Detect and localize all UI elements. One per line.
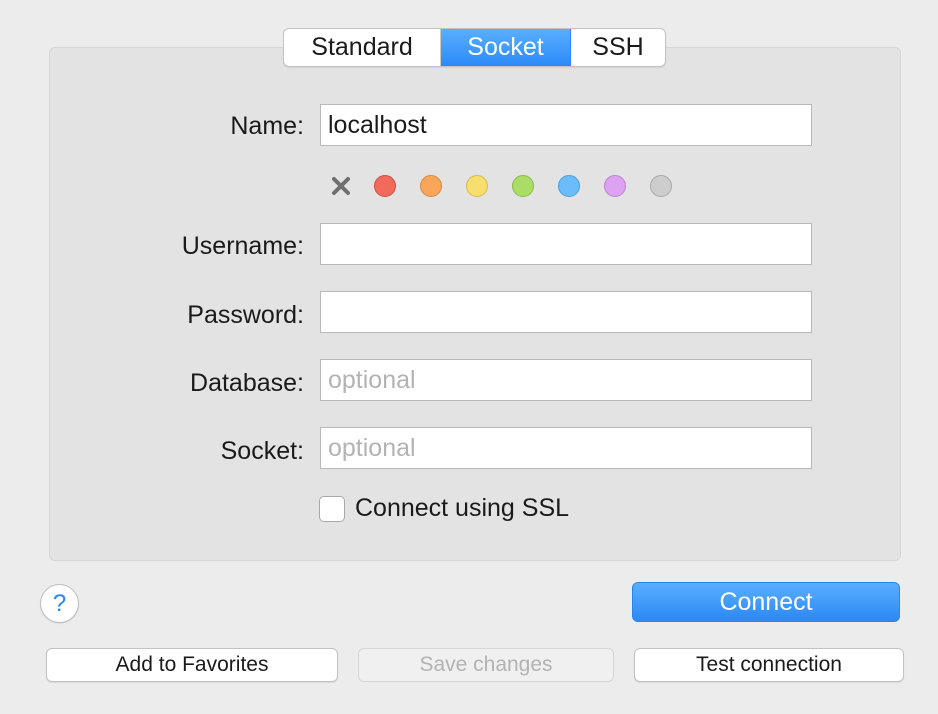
color-swatches	[328, 173, 696, 199]
name-field[interactable]	[320, 104, 812, 146]
color-swatch-blue[interactable]	[558, 175, 580, 197]
tab-ssh[interactable]: SSH	[571, 29, 665, 66]
color-swatch-gray[interactable]	[650, 175, 672, 197]
color-swatch-purple[interactable]	[604, 175, 626, 197]
tab-standard[interactable]: Standard	[284, 29, 441, 66]
help-button[interactable]: ?	[40, 584, 79, 623]
ssl-checkbox[interactable]	[319, 495, 345, 522]
socket-field[interactable]	[320, 427, 812, 469]
database-label: Database:	[190, 369, 304, 397]
name-label: Name:	[230, 112, 304, 140]
socket-label: Socket:	[220, 437, 304, 465]
color-swatch-orange[interactable]	[420, 175, 442, 197]
help-icon: ?	[52, 589, 67, 617]
test-connection-button[interactable]: Test connection	[634, 648, 904, 682]
color-swatch-red[interactable]	[374, 175, 396, 197]
clear-color-icon[interactable]	[328, 173, 354, 199]
connect-button[interactable]: Connect	[632, 582, 900, 622]
color-swatch-yellow[interactable]	[466, 175, 488, 197]
database-field[interactable]	[320, 359, 812, 401]
username-label: Username:	[181, 232, 304, 260]
add-to-favorites-button[interactable]: Add to Favorites	[46, 648, 338, 682]
connection-type-tabs: Standard Socket SSH	[283, 28, 666, 67]
password-label: Password:	[187, 301, 304, 329]
password-field[interactable]	[320, 291, 812, 333]
username-field[interactable]	[320, 223, 812, 265]
tab-socket[interactable]: Socket	[441, 29, 571, 66]
ssl-option[interactable]: Connect using SSL	[319, 494, 569, 523]
color-swatch-green[interactable]	[512, 175, 534, 197]
save-changes-button[interactable]: Save changes	[358, 648, 614, 682]
ssl-checkbox-label: Connect using SSL	[355, 494, 570, 522]
